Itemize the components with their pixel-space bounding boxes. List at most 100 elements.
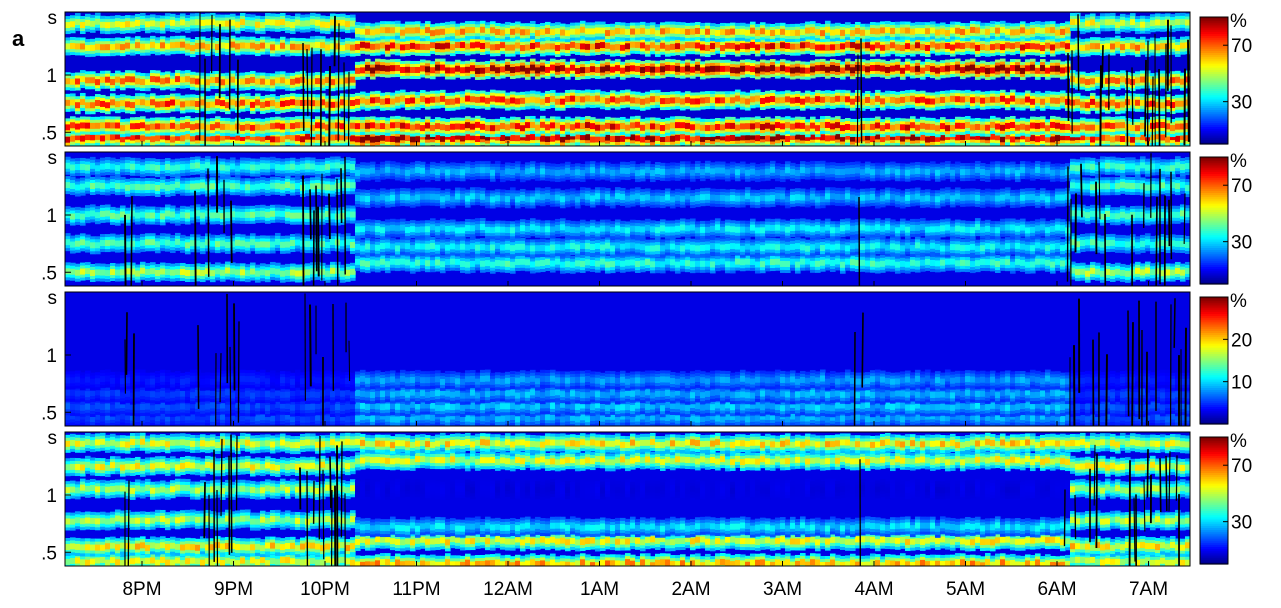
heatmap-cell <box>865 66 871 73</box>
heatmap-cell <box>105 44 111 51</box>
heatmap-cell <box>255 270 261 277</box>
heatmap-cell <box>635 41 641 48</box>
heatmap-cell <box>835 43 841 50</box>
heatmap-cell <box>340 78 346 85</box>
heatmap-cell <box>505 98 511 105</box>
heatmap-cell <box>825 135 831 142</box>
heatmap-cell <box>1140 42 1146 49</box>
heatmap-cell <box>70 99 76 106</box>
heatmap-cell <box>515 66 521 73</box>
heatmap-cell <box>90 242 96 249</box>
heatmap-cell <box>255 241 261 248</box>
heatmap-cell <box>175 124 181 131</box>
heatmap-cell <box>1130 43 1136 50</box>
heatmap-cell <box>255 124 261 131</box>
heatmap-cell <box>1045 67 1051 74</box>
heatmap-cell <box>1065 27 1071 34</box>
heatmap-cell <box>945 125 951 132</box>
heatmap-cell <box>615 123 621 130</box>
heatmap-cell <box>280 241 286 248</box>
heatmap-cell <box>1095 43 1101 50</box>
heatmap-cell <box>875 122 881 129</box>
heatmap-cell <box>180 240 186 247</box>
heatmap-cell <box>165 268 171 275</box>
heatmap-cell <box>130 21 136 28</box>
heatmap-cell <box>655 95 661 102</box>
heatmap-cell <box>1035 43 1041 50</box>
heatmap-cell <box>280 77 286 84</box>
heatmap-cell <box>315 41 321 48</box>
heatmap-cell <box>370 136 376 143</box>
heatmap-cell <box>360 260 366 267</box>
heatmap-cell <box>75 240 81 247</box>
heatmap-cell <box>545 66 551 73</box>
heatmap-cell <box>945 30 951 37</box>
heatmap-cell <box>185 122 191 129</box>
heatmap-cell <box>395 136 401 143</box>
heatmap-cell <box>410 97 416 104</box>
heatmap-cell <box>235 43 241 50</box>
heatmap-cell <box>525 97 531 104</box>
heatmap-cell <box>810 43 816 50</box>
heatmap-cell <box>115 43 121 50</box>
heatmap-cell <box>560 124 566 131</box>
heatmap-cell <box>190 77 196 84</box>
heatmap-cell <box>670 122 676 129</box>
heatmap-cell <box>765 96 771 103</box>
heatmap-cell <box>1155 44 1161 51</box>
heatmap-cell <box>95 242 101 249</box>
heatmap-cell <box>985 124 991 131</box>
heatmap-cell <box>1040 65 1046 72</box>
heatmap-cell <box>230 19 236 26</box>
heatmap-cell <box>935 67 941 74</box>
heatmap-cell <box>1080 44 1086 51</box>
heatmap-cell <box>245 42 251 49</box>
heatmap-cell <box>1110 269 1116 276</box>
heatmap-cell <box>885 123 891 130</box>
heatmap-cell <box>735 44 741 51</box>
heatmap-cell <box>585 259 591 266</box>
heatmap-cell <box>410 66 416 73</box>
heatmap-cell <box>945 258 951 265</box>
heatmap-cell <box>410 136 416 143</box>
heatmap-cell <box>790 97 796 104</box>
heatmap-cell <box>895 44 901 51</box>
heatmap-cell <box>615 44 621 51</box>
heatmap-cell <box>475 41 481 48</box>
heatmap-cell <box>470 123 476 130</box>
heatmap-cell <box>890 259 896 266</box>
heatmap-cell <box>600 27 606 34</box>
heatmap-cell <box>390 122 396 129</box>
heatmap-cell <box>1160 76 1166 83</box>
heatmap-cell <box>1035 136 1041 143</box>
heatmap-cell <box>205 19 211 26</box>
heatmap-cell <box>860 29 866 36</box>
heatmap-cell <box>875 261 881 268</box>
heatmap-cell <box>230 41 236 48</box>
heatmap-cell <box>70 21 76 28</box>
heatmap-cell <box>610 136 616 143</box>
heatmap-cell <box>350 268 356 275</box>
heatmap-cell <box>170 19 176 26</box>
heatmap-cell <box>380 98 386 105</box>
heatmap-cell <box>645 123 651 130</box>
heatmap-cell <box>1000 258 1006 265</box>
heatmap-cell <box>920 122 926 129</box>
heatmap-cell <box>210 101 216 108</box>
heatmap-cell <box>415 123 421 130</box>
heatmap-cell <box>735 124 741 131</box>
heatmap-cell <box>625 124 631 131</box>
heatmap-cell <box>675 43 681 50</box>
heatmap-cell <box>1015 258 1021 265</box>
heatmap-cell <box>725 29 731 36</box>
heatmap-cell <box>405 98 411 105</box>
heatmap-cell <box>460 97 466 104</box>
heatmap-cell <box>1120 136 1126 143</box>
heatmap-cell <box>210 124 216 131</box>
heatmap-cell <box>730 42 736 49</box>
heatmap-cell <box>410 27 416 34</box>
heatmap-cell <box>790 43 796 50</box>
heatmap-cell <box>820 64 826 71</box>
heatmap-cell <box>925 65 931 72</box>
heatmap-cell <box>735 28 741 35</box>
